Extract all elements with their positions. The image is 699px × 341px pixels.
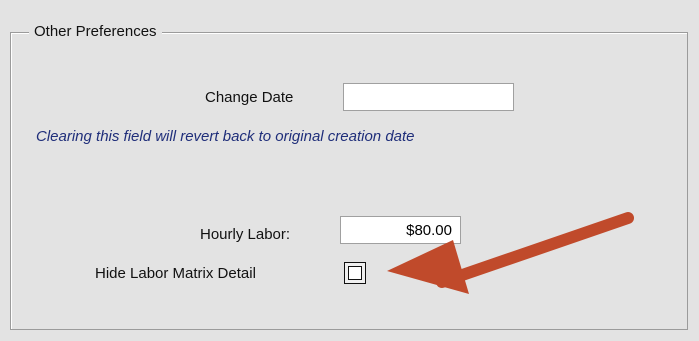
- change-date-label: Change Date: [205, 89, 294, 106]
- change-date-field[interactable]: [343, 83, 514, 111]
- group-title: Other Preferences: [29, 23, 162, 41]
- hide-labor-matrix-label: Hide Labor Matrix Detail: [95, 265, 256, 282]
- change-date-note: Clearing this field will revert back to …: [36, 128, 415, 145]
- arrow-pointer-icon: [387, 212, 634, 294]
- hourly-labor-label: Hourly Labor:: [200, 226, 291, 243]
